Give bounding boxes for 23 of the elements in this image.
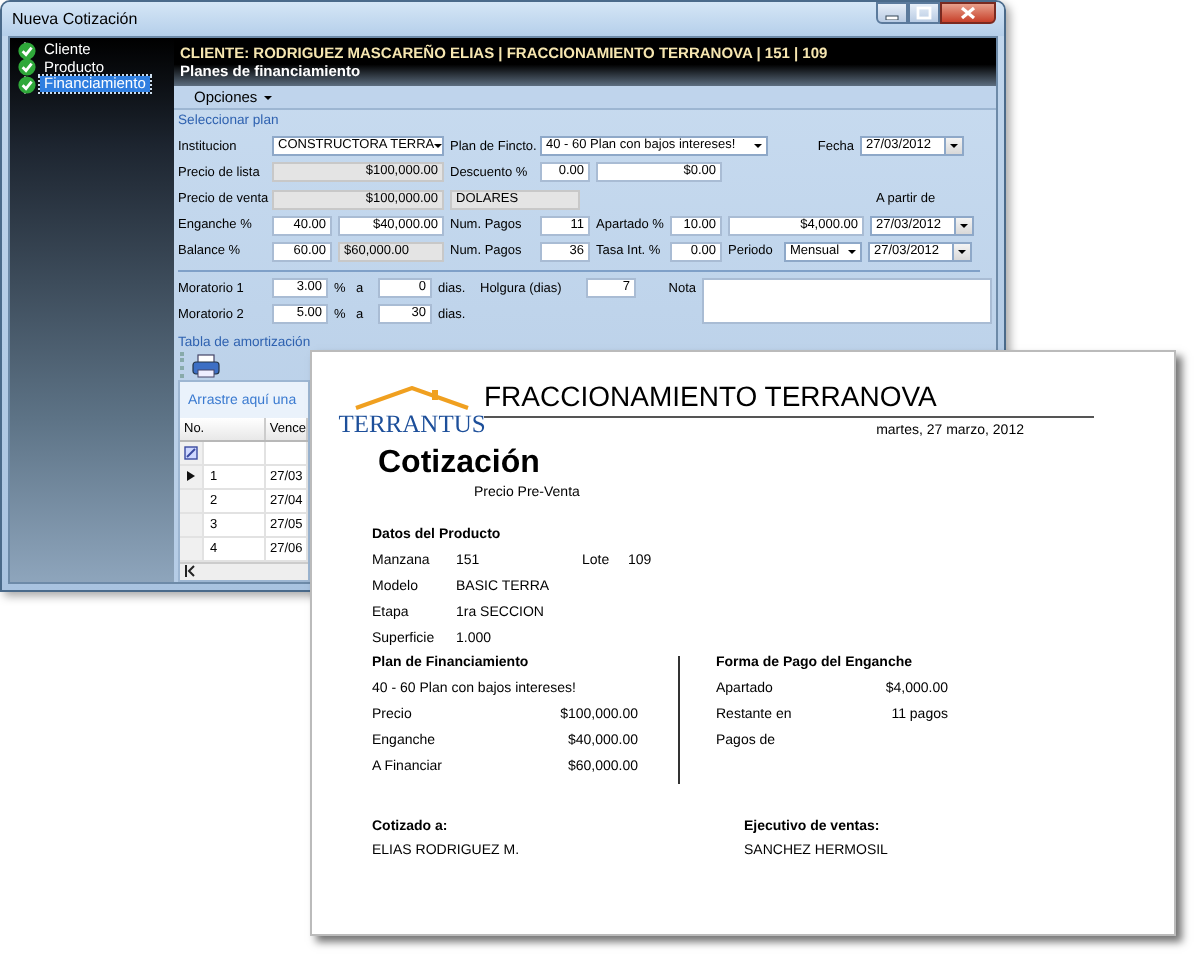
caret-icon — [848, 249, 856, 254]
caret-icon — [263, 95, 272, 99]
row-selector[interactable] — [180, 465, 204, 488]
caret-icon — [434, 144, 443, 149]
minimize-button[interactable] — [876, 2, 908, 24]
printer-icon[interactable] — [192, 353, 220, 378]
dropdown-button[interactable] — [954, 217, 972, 234]
close-icon — [960, 6, 976, 20]
close-button[interactable] — [940, 2, 996, 24]
dropdown-button[interactable] — [944, 138, 962, 155]
scroll-left-icon[interactable] — [184, 564, 196, 579]
caret-icon — [754, 144, 762, 149]
window-title: Nueva Cotización — [12, 10, 138, 28]
logo-text: TERRANTUS — [338, 412, 486, 438]
filter-icon[interactable] — [184, 445, 198, 460]
maximize-button[interactable] — [908, 2, 940, 24]
current-row-icon — [186, 470, 196, 483]
roof-icon — [352, 386, 472, 410]
report-title: FRACCIONAMIENTO TERRANOVA — [484, 380, 1094, 418]
dropdown-button[interactable] — [952, 243, 970, 260]
note-field[interactable] — [702, 277, 992, 324]
report-heading: Cotización — [378, 446, 542, 482]
maximize-icon — [916, 6, 932, 20]
